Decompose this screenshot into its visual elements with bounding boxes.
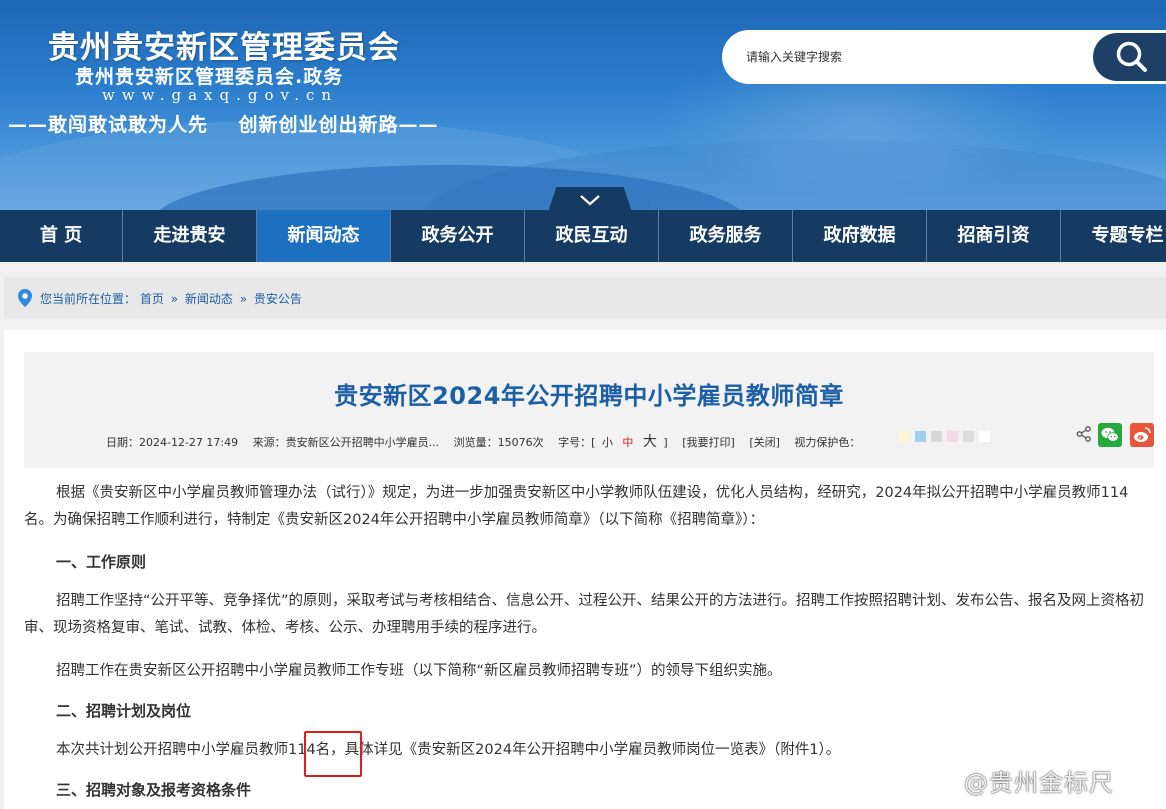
search-button[interactable] <box>1093 33 1166 81</box>
wechat-glyph-icon <box>1101 427 1119 442</box>
share-icon[interactable] <box>1076 426 1092 442</box>
font-size-bracket: ] <box>663 436 668 449</box>
publish-date: 日期：2024-12-27 17:49 <box>106 436 239 449</box>
nav-item-investment[interactable]: 招商引资 <box>927 210 1061 262</box>
font-size-label: 字号：[ <box>558 436 596 449</box>
article-source: 来源：贵安新区公开招聘中小学雇员... <box>252 436 440 449</box>
weibo-glyph-icon <box>1134 427 1151 442</box>
nav-item-interaction[interactable]: 政民互动 <box>525 210 659 262</box>
paragraph: 本次共计划公开招聘中小学雇员教师114名，具体详见《贵安新区2024年公开招聘中… <box>56 742 841 758</box>
location-pin-icon <box>18 289 32 307</box>
watermark: @贵州金标尺 <box>928 763 1114 798</box>
search-input[interactable] <box>746 47 1076 67</box>
article-title: 贵安新区2024年公开招聘中小学雇员教师简章 <box>334 382 844 410</box>
nav-item-news[interactable]: 新闻动态 <box>257 210 391 262</box>
breadcrumb-trail: 您当前所在位置： 首页 » 新闻动态 » 贵安公告 <box>40 290 302 307</box>
breadcrumb-prefix: 您当前所在位置： <box>40 292 137 306</box>
site-url: www.gaxq.gov.cn <box>102 86 339 104</box>
eye-care-label: 视力保护色： <box>794 436 861 449</box>
breadcrumb-home[interactable]: 首页 <box>140 292 164 306</box>
breadcrumb-news[interactable]: 新闻动态 <box>185 292 233 306</box>
highlight-annotation <box>304 731 362 777</box>
print-link[interactable]: [我要打印] <box>682 436 735 449</box>
breadcrumb: 您当前所在位置： 首页 » 新闻动态 » 贵安公告 <box>4 277 1166 319</box>
font-size-large[interactable]: 大 <box>643 434 657 450</box>
nav-item-services[interactable]: 政务服务 <box>659 210 793 262</box>
font-size-medium[interactable]: 中 <box>622 436 633 449</box>
site-subtitle: 贵州贵安新区管理委员会.政务 <box>75 66 344 88</box>
eye-care-swatch[interactable] <box>979 431 990 442</box>
eye-care-swatch[interactable] <box>931 431 942 442</box>
paragraph: 根据《贵安新区中小学雇员教师管理办法（试行）》规定，为进一步加强贵安新区中小学教… <box>24 485 1129 528</box>
watermark-text: @贵州金标尺 <box>964 769 1114 797</box>
chevron-down-icon <box>580 195 600 206</box>
breadcrumb-separator: » <box>239 292 248 306</box>
weibo-watermark-icon <box>930 773 959 796</box>
article-header: 贵安新区2024年公开招聘中小学雇员教师简章 日期：2024-12-27 17:… <box>24 352 1154 468</box>
breadcrumb-separator: » <box>170 292 179 306</box>
nav-toggle-button[interactable] <box>548 187 632 212</box>
nav-item-home[interactable]: 首 页 <box>0 210 123 262</box>
article-meta: 日期：2024-12-27 17:49 来源：贵安新区公开招聘中小学雇员... … <box>106 431 871 451</box>
font-size-small[interactable]: 小 <box>602 436 613 449</box>
nav-item-data[interactable]: 政府数据 <box>793 210 927 262</box>
eye-care-swatch[interactable] <box>915 431 926 442</box>
nav-item-about[interactable]: 走进贵安 <box>123 210 257 262</box>
site-slogan: ——敢闯敢试敢为人先 创新创业创出新路—— <box>8 114 439 136</box>
view-count: 浏览量：15076次 <box>453 436 544 449</box>
eye-care-swatches <box>899 431 990 442</box>
search-icon <box>1116 41 1147 72</box>
paragraph: 招聘工作在贵安新区公开招聘中小学雇员教师工作专班（以下简称“新区雇员教师招聘专班… <box>56 663 782 679</box>
breadcrumb-notices[interactable]: 贵安公告 <box>254 292 302 306</box>
section-heading: 三、招聘对象及报考资格条件 <box>56 781 252 799</box>
eye-care-swatch[interactable] <box>899 431 910 442</box>
wechat-icon[interactable] <box>1098 423 1122 447</box>
nav-item-gov-affairs[interactable]: 政务公开 <box>391 210 525 262</box>
weibo-icon[interactable] <box>1130 423 1154 447</box>
eye-care-swatch[interactable] <box>947 431 958 442</box>
section-heading: 二、招聘计划及岗位 <box>56 702 192 720</box>
close-link[interactable]: [关闭] <box>749 436 780 449</box>
font-size-control: 字号：[ 小 中 大 ] <box>558 434 671 450</box>
section-heading: 一、工作原则 <box>56 553 147 571</box>
article-container: 贵安新区2024年公开招聘中小学雇员教师简章 日期：2024-12-27 17:… <box>4 330 1166 809</box>
main-nav: 首 页 走进贵安 新闻动态 政务公开 政民互动 政务服务 政府数据 招商引资 专… <box>0 210 1166 262</box>
nav-item-topics[interactable]: 专题专栏 <box>1061 210 1166 262</box>
site-title[interactable]: 贵州贵安新区管理委员会 <box>48 22 400 67</box>
paragraph: 招聘工作坚持“公开平等、竞争择优”的原则，采取考试与考核相结合、信息公开、过程公… <box>24 593 1145 636</box>
eye-care-swatch[interactable] <box>963 431 974 442</box>
